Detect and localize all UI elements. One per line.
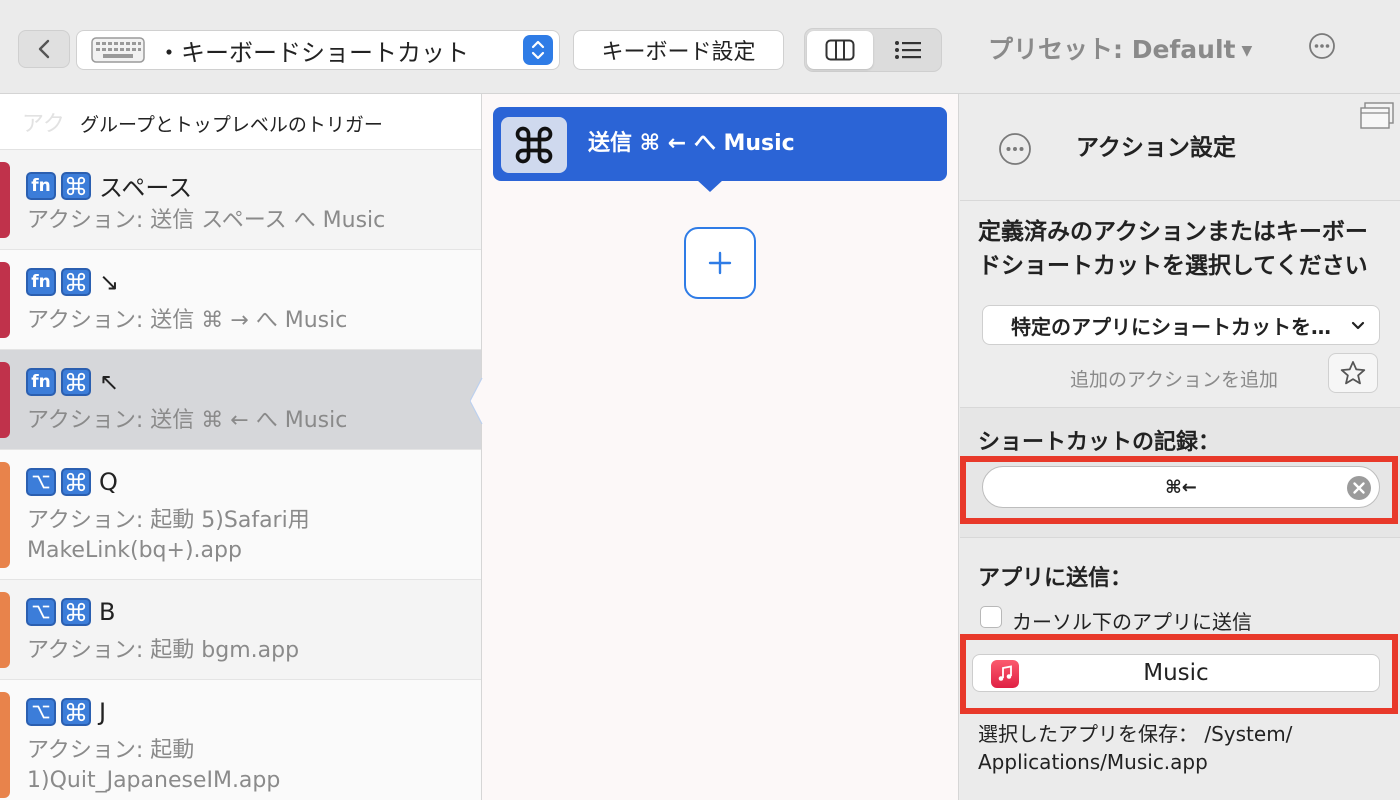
- option-key-icon: [26, 698, 56, 726]
- send-to-app-label: アプリに送信：: [978, 566, 1133, 591]
- trigger-action-description: アクション: 送信 スペース へ Music: [27, 208, 386, 233]
- preset-selector[interactable]: プリセット: Default ▼: [988, 30, 1252, 66]
- trigger-action-description: アクション: 起動 5)Safari用 MakeLink(bq+).app: [27, 508, 310, 563]
- columns-icon: [825, 39, 855, 61]
- trigger-row[interactable]: fn ↘ アクション: 送信 ⌘ → へ Music: [0, 250, 481, 350]
- group-color-stripe: [0, 162, 10, 238]
- preset-label: プリセット: Default: [988, 35, 1236, 64]
- plus-icon: [708, 251, 732, 275]
- shortcut-record-field[interactable]: ⌘←: [982, 466, 1380, 508]
- action-options-icon[interactable]: [998, 132, 1032, 166]
- option-key-icon: [26, 598, 56, 626]
- window-toggle-icon[interactable]: [1360, 102, 1394, 130]
- command-action-icon: [501, 117, 567, 173]
- chevron-left-icon: [38, 39, 50, 59]
- cursor-app-checkbox-label: カーソル下のアプリに送信: [1012, 610, 1252, 634]
- header-ghost-text: アク: [22, 112, 65, 137]
- shortcut-value: ⌘←: [1165, 476, 1197, 498]
- action-card[interactable]: 送信 ⌘ ← へ Music: [493, 107, 947, 181]
- trigger-action-description: アクション: 起動 bgm.app: [27, 638, 300, 663]
- group-color-stripe: [0, 362, 10, 438]
- shortcut-record-label: ショートカットの記録：: [978, 430, 1221, 455]
- trigger-row[interactable]: B アクション: 起動 bgm.app: [0, 580, 481, 680]
- action-list-panel: 送信 ⌘ ← へ Music: [470, 94, 959, 800]
- chevron-down-icon: [1351, 321, 1365, 330]
- target-app-button[interactable]: Music: [972, 654, 1380, 692]
- action-settings-panel: アクション設定 定義済みのアクションまたはキーボードショートカットを選択してくだ…: [960, 94, 1400, 800]
- cursor-app-checkbox[interactable]: [980, 606, 1002, 628]
- trigger-key-name: ↖: [99, 368, 120, 396]
- trigger-row-selected[interactable]: fn ↖ アクション: 送信 ⌘ ← へ Music: [0, 350, 481, 450]
- star-icon: [1340, 361, 1366, 385]
- group-color-stripe: [0, 692, 10, 798]
- group-color-stripe: [0, 262, 10, 338]
- add-action-button[interactable]: [684, 227, 756, 299]
- trigger-list-panel: アク グループとトップレベルのトリガー fn スペース アクション: 送信 スペ…: [0, 94, 482, 800]
- add-additional-action-link[interactable]: 追加のアクションを追加: [1070, 365, 1278, 392]
- keyboard-settings-button[interactable]: キーボード設定: [573, 30, 784, 70]
- group-color-stripe: [0, 462, 10, 568]
- action-card-label: 送信 ⌘ ← へ Music: [588, 131, 795, 156]
- list-view-button[interactable]: [877, 31, 939, 69]
- column-view-button[interactable]: [807, 31, 873, 69]
- target-app-name: Music: [1143, 660, 1209, 686]
- select-stepper-icon: [523, 35, 553, 65]
- predefined-action-value: 特定のアプリにショートカットを…: [1011, 314, 1331, 339]
- action-select-prompt: 定義済みのアクションまたはキーボードショートカットを選択してください: [978, 219, 1368, 279]
- trigger-key-name: スペース: [99, 174, 193, 202]
- trigger-action-description: アクション: 送信 ⌘ ← へ Music: [27, 408, 348, 433]
- fn-key-badge: fn: [26, 171, 56, 200]
- command-key-icon: [61, 268, 91, 296]
- trigger-type-label: ・キーボードショートカット: [157, 38, 469, 67]
- trigger-key-name: B: [99, 598, 116, 626]
- trigger-key-name: ↘: [99, 268, 120, 296]
- predefined-action-dropdown[interactable]: 特定のアプリにショートカットを…: [982, 305, 1380, 345]
- trigger-row[interactable]: fn スペース アクション: 送信 スペース へ Music: [0, 150, 481, 250]
- trigger-key-name: Q: [99, 468, 118, 496]
- trigger-list-title: グループとトップレベルのトリガー: [80, 114, 383, 136]
- clear-icon[interactable]: [1345, 474, 1373, 502]
- trigger-action-description: アクション: 送信 ⌘ → へ Music: [27, 308, 348, 333]
- command-key-icon: [61, 468, 91, 496]
- more-options-icon[interactable]: [1308, 32, 1336, 60]
- music-app-icon: [991, 660, 1019, 688]
- trigger-type-select[interactable]: ・キーボードショートカット: [76, 30, 560, 70]
- list-icon: [895, 41, 921, 59]
- view-mode-control: [804, 28, 942, 72]
- back-button[interactable]: [18, 30, 70, 68]
- trigger-key-name: J: [99, 698, 107, 726]
- caret-down-icon: ▼: [1241, 43, 1253, 59]
- command-key-icon: [61, 368, 91, 396]
- keyboard-icon: [91, 37, 145, 63]
- selection-notch: [470, 378, 483, 424]
- command-key-icon: [61, 698, 91, 726]
- action-settings-title: アクション設定: [1076, 135, 1236, 161]
- saved-app-path: 選択したアプリを保存： /System/ Applications/Music.…: [978, 722, 1293, 774]
- favorite-button[interactable]: [1328, 353, 1378, 393]
- command-key-icon: [61, 598, 91, 626]
- toolbar: ・キーボードショートカット キーボード設定 プリセット: Default ▼: [0, 0, 1400, 94]
- trigger-row[interactable]: J アクション: 起動 1)Quit_JapaneseIM.app: [0, 680, 481, 800]
- group-color-stripe: [0, 592, 10, 668]
- trigger-action-description: アクション: 起動 1)Quit_JapaneseIM.app: [27, 738, 281, 793]
- trigger-list-header: アク グループとトップレベルのトリガー: [0, 94, 481, 150]
- action-card-pointer: [697, 180, 723, 192]
- predefined-action-section: 定義済みのアクションまたはキーボードショートカットを選択してください 特定のアプ…: [960, 200, 1400, 408]
- command-key-icon: [61, 171, 91, 200]
- fn-key-badge: fn: [26, 268, 56, 296]
- trigger-row[interactable]: Q アクション: 起動 5)Safari用 MakeLink(bq+).app: [0, 450, 481, 580]
- fn-key-badge: fn: [26, 368, 56, 396]
- option-key-icon: [26, 468, 56, 496]
